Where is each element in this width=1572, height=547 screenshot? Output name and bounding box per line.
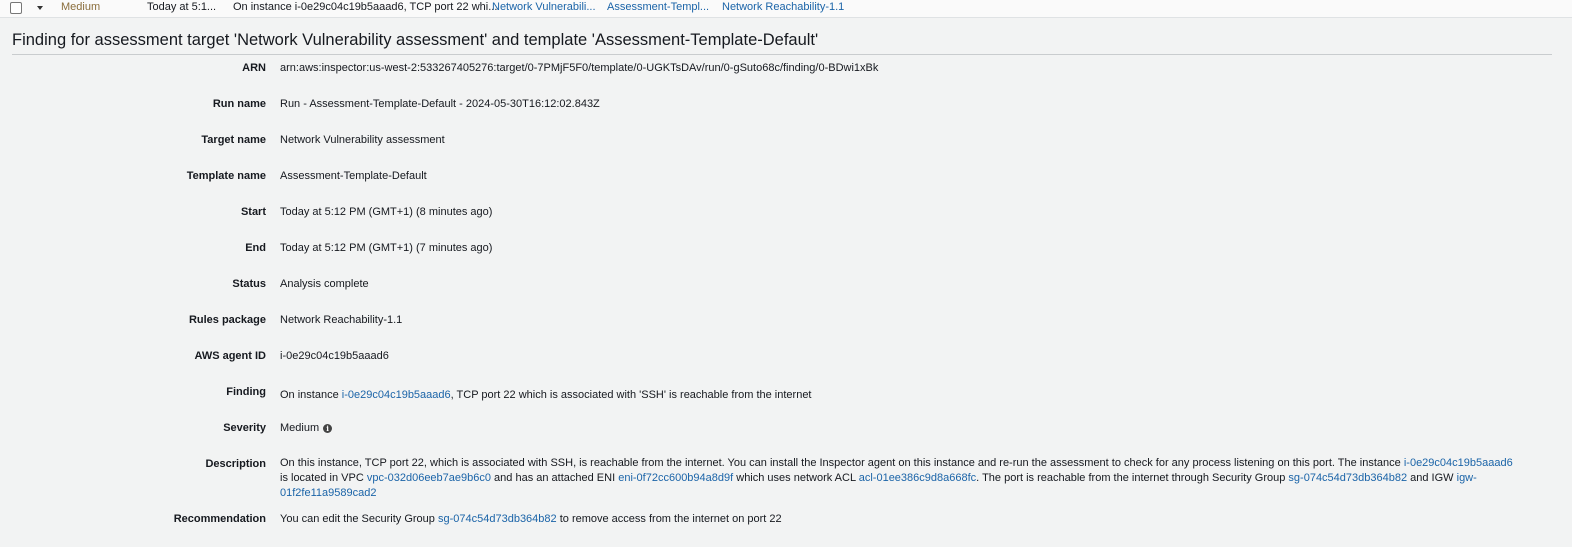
recommendation-value: You can edit the Security Group sg-074c5… <box>280 513 782 525</box>
description-instance-link[interactable]: i-0e29c04c19b5aaad6 <box>1404 457 1513 469</box>
finding-text-pre: On instance <box>280 389 342 401</box>
description-sg-link[interactable]: sg-074c54d73db364b82 <box>1288 472 1407 484</box>
finding-label: Finding <box>226 386 266 398</box>
recommendation-label: Recommendation <box>173 513 266 525</box>
description-text-6: and IGW <box>1407 472 1457 484</box>
description-text-5: . The port is reachable from the interne… <box>976 472 1289 484</box>
status-value: Analysis complete <box>280 278 369 290</box>
rules-package-link[interactable]: Network Reachability-1.1 <box>280 314 402 326</box>
description-acl-link[interactable]: acl-01ee386c9d8a668fc <box>859 472 976 484</box>
row-rules-package-link[interactable]: Network Reachability-1.1 <box>722 1 844 13</box>
start-value: Today at 5:12 PM (GMT+1) (8 minutes ago) <box>280 206 493 218</box>
run-name-label: Run name <box>212 98 266 110</box>
row-template-link[interactable]: Assessment-Templ... <box>607 1 709 13</box>
status-label: Status <box>232 278 266 290</box>
recommendation-text-post: to remove access from the internet on po… <box>556 513 782 525</box>
finding-panel-title: Finding for assessment target 'Network V… <box>12 31 819 49</box>
finding-text-post: , TCP port 22 which is associated with '… <box>450 389 812 401</box>
info-icon[interactable]: i <box>323 424 333 433</box>
agent-id-label: AWS agent ID <box>194 350 266 362</box>
description-text-2: is located in VPC <box>280 472 367 484</box>
title-divider <box>12 54 1552 55</box>
target-name-label: Target name <box>201 134 266 146</box>
severity-value: Medium i <box>280 422 333 434</box>
start-label: Start <box>240 206 266 218</box>
row-finding: On instance i-0e29c04c19b5aaad6, TCP por… <box>233 1 498 13</box>
arn-label: ARN <box>242 62 266 74</box>
severity-text: Medium <box>280 422 320 434</box>
rules-package-label: Rules package <box>188 314 266 326</box>
description-eni-link[interactable]: eni-0f72cc600b94a8d9f <box>618 472 733 484</box>
description-text-3: and has an attached ENI <box>491 472 619 484</box>
end-label: End <box>245 242 266 254</box>
finding-value: On instance i-0e29c04c19b5aaad6, TCP por… <box>280 389 812 401</box>
arn-value[interactable]: arn:aws:inspector:us-west-2:533267405276… <box>280 62 878 74</box>
template-name-link[interactable]: Assessment-Template-Default <box>280 170 427 182</box>
row-target-link[interactable]: Network Vulnerabili... <box>492 1 596 13</box>
description-text-1: On this instance, TCP port 22, which is … <box>280 457 1404 469</box>
findings-list-row[interactable]: Medium Today at 5:1... On instance i-0e2… <box>0 0 1572 18</box>
description-label: Description <box>205 458 266 470</box>
recommendation-sg-link[interactable]: sg-074c54d73db364b82 <box>438 513 557 525</box>
expand-caret-icon[interactable] <box>37 6 43 10</box>
severity-label: Severity <box>223 422 266 434</box>
row-select-checkbox[interactable] <box>10 2 22 14</box>
row-severity: Medium <box>61 1 101 13</box>
run-name-link[interactable]: Run - Assessment-Template-Default - 2024… <box>280 98 600 110</box>
description-value: On this instance, TCP port 22, which is … <box>280 456 1520 501</box>
end-value: Today at 5:12 PM (GMT+1) (7 minutes ago) <box>280 242 493 254</box>
template-name-label: Template name <box>186 170 266 182</box>
finding-instance-link[interactable]: i-0e29c04c19b5aaad6 <box>342 389 451 401</box>
description-vpc-link[interactable]: vpc-032d06eeb7ae9b6c0 <box>367 472 491 484</box>
recommendation-text-pre: You can edit the Security Group <box>280 513 438 525</box>
row-date: Today at 5:1... <box>147 1 217 13</box>
agent-id-link[interactable]: i-0e29c04c19b5aaad6 <box>280 350 389 362</box>
target-name-link[interactable]: Network Vulnerability assessment <box>280 134 445 146</box>
description-text-4: which uses network ACL <box>733 472 859 484</box>
